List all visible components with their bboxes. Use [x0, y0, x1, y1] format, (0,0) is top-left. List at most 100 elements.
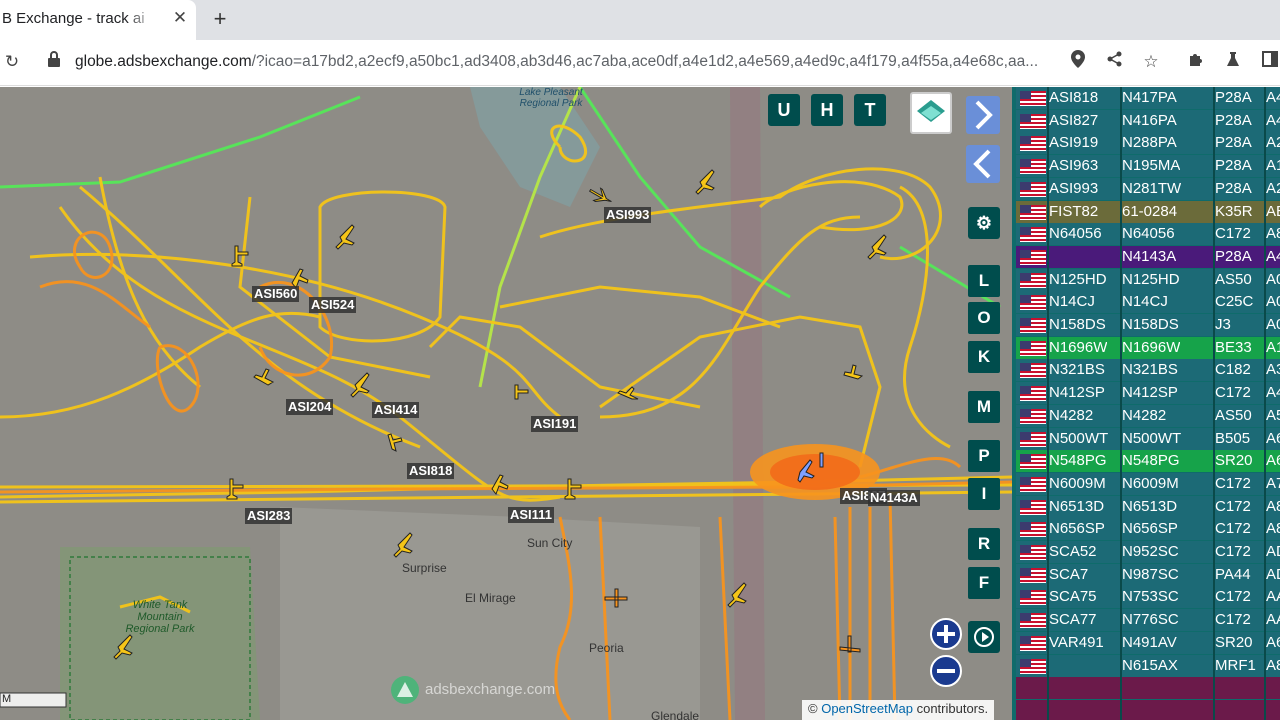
aircraft-label-asi283[interactable]: ASI283 [245, 508, 293, 524]
bookmark-star-icon[interactable]: ☆ [1139, 50, 1163, 74]
i-button[interactable]: I [968, 478, 1000, 510]
attribution-prefix: © [808, 701, 822, 716]
table-row[interactable]: ASI827 N416PA P28A A4 [1016, 109, 1280, 132]
cell-hex: A3 [1266, 361, 1280, 379]
collapse-left-icon[interactable] [966, 145, 1000, 183]
side-panel-icon[interactable] [1258, 50, 1280, 74]
expand-right-icon[interactable] [966, 96, 1000, 134]
aircraft-label-asi818[interactable]: ASI818 [407, 463, 455, 479]
us-flag-icon [1020, 590, 1046, 606]
table-row[interactable]: SCA77 N776SC C172 AA [1016, 609, 1280, 632]
table-row[interactable]: N615AX MRF1 A8 [1016, 654, 1280, 677]
us-flag-icon [1020, 91, 1046, 106]
table-row[interactable]: VAR491 N491AV SR20 A6 [1016, 631, 1280, 654]
place-white-tank-park: White Tank Mountain Regional Park [125, 599, 195, 635]
u-button[interactable]: U [768, 94, 800, 126]
share-icon[interactable] [1103, 50, 1127, 74]
cell-hex: AE [1266, 202, 1280, 220]
place-peoria: Peoria [589, 641, 624, 655]
m-button[interactable]: M [968, 391, 1000, 423]
table-row[interactable]: N14CJ N14CJ C25C A0 [1016, 291, 1280, 314]
browser-toolbar: ↻ globe.adsbexchange.com/?icao=a17bd2,a2… [0, 40, 1280, 86]
table-row[interactable]: N4143A P28A A4 [1016, 245, 1280, 268]
table-row[interactable]: ASI993 N281TW P28A A2 [1016, 177, 1280, 200]
extensions-icon[interactable] [1184, 50, 1208, 74]
cell-reg: N548PG [1122, 452, 1180, 470]
table-row[interactable]: N412SP N412SP C172 A4 [1016, 382, 1280, 405]
aircraft-label-asi191[interactable]: ASI191 [531, 416, 579, 432]
address-bar[interactable]: globe.adsbexchange.com/?icao=a17bd2,a2ec… [75, 53, 1055, 71]
openstreetmap-link[interactable]: OpenStreetMap [821, 701, 913, 716]
h-button[interactable]: H [811, 94, 843, 126]
cell-callsign: ASI818 [1049, 89, 1099, 106]
aircraft-label-asi204[interactable]: ASI204 [286, 399, 334, 415]
us-flag-icon [1020, 476, 1046, 492]
cell-callsign: SCA7 [1049, 565, 1089, 583]
aircraft-label-asi111[interactable]: ASI111 [508, 507, 554, 523]
cell-callsign: ASI827 [1049, 111, 1099, 129]
o-button[interactable]: O [968, 302, 1000, 334]
cell-reg: N281TW [1122, 179, 1182, 197]
table-row[interactable]: N6009M N6009M C172 A7 [1016, 472, 1280, 495]
table-row[interactable]: SCA52 N952SC C172 AD [1016, 541, 1280, 563]
cell-reg: N64056 [1122, 225, 1175, 243]
p-button[interactable]: P [968, 440, 1000, 472]
table-row[interactable]: N6513D N6513D C172 A8 [1016, 495, 1280, 518]
reload-icon[interactable]: ↻ [0, 50, 24, 74]
aircraft-label-asi993[interactable]: ASI993 [604, 207, 652, 223]
table-row[interactable]: ASI963 N195MA P28A A1 [1016, 155, 1280, 178]
cell-reg: N952SC [1122, 543, 1179, 560]
table-row[interactable]: ASI818 N417PA P28A A4 [1016, 87, 1280, 109]
cell-type: C172 [1215, 225, 1251, 243]
table-row[interactable]: N656SP N656SP C172 A8 [1016, 518, 1280, 541]
cell-reg: N125HD [1122, 270, 1180, 288]
location-icon[interactable] [1066, 50, 1090, 74]
watermark-text: adsbexchange.com [425, 681, 556, 698]
table-row[interactable]: N1696W N1696W BE33 A1 [1016, 336, 1280, 359]
cell-type: P28A [1215, 134, 1252, 152]
aircraft-label-n4143a[interactable]: N4143A [868, 490, 920, 506]
us-flag-icon [1020, 249, 1046, 265]
close-tab-icon[interactable]: ✕ [170, 8, 190, 28]
k-button[interactable]: K [968, 341, 1000, 373]
r-button[interactable]: R [968, 528, 1000, 560]
table-row[interactable]: N125HD N125HD AS50 A0 [1016, 268, 1280, 291]
table-row[interactable]: SCA7 N987SC PA44 AD [1016, 563, 1280, 586]
table-row[interactable]: ASI919 N288PA P28A A2 [1016, 132, 1280, 155]
f-button[interactable]: F [968, 567, 1000, 599]
table-row[interactable]: N4282 N4282 AS50 A5 [1016, 404, 1280, 427]
table-row[interactable]: N158DS N158DS J3 A0 [1016, 314, 1280, 336]
cell-hex: A8 [1266, 225, 1280, 243]
table-row[interactable]: N548PG N548PG SR20 A6 [1016, 450, 1280, 473]
aircraft-label-asi414[interactable]: ASI414 [372, 402, 420, 418]
layers-icon[interactable] [910, 92, 952, 134]
t-button[interactable]: T [854, 94, 886, 126]
us-flag-icon [1020, 363, 1046, 379]
cell-callsign: N656SP [1049, 520, 1105, 538]
new-tab-button[interactable]: + [208, 6, 232, 32]
l-button[interactable]: L [968, 265, 1000, 297]
table-row[interactable]: N64056 N64056 C172 A8 [1016, 223, 1280, 246]
aircraft-label-asi524[interactable]: ASI524 [309, 297, 357, 313]
table-row[interactable]: N321BS N321BS C182 A3 [1016, 359, 1280, 382]
cell-type: SR20 [1215, 452, 1253, 470]
place-glendale: Glendale [651, 709, 700, 720]
zoom-in-icon[interactable] [930, 618, 962, 650]
flight-map[interactable]: Surprise Sun City El Mirage Peoria Glend… [0, 87, 1012, 720]
cell-reg: N412SP [1122, 384, 1178, 402]
lock-icon[interactable] [42, 50, 66, 74]
table-row[interactable]: SCA75 N753SC C172 AA [1016, 586, 1280, 609]
empty-row [1016, 699, 1280, 720]
zoom-out-icon[interactable] [930, 655, 962, 687]
browser-tab[interactable]: B Exchange - track ai ✕ [0, 0, 196, 40]
settings-gear-icon[interactable]: ⚙ [968, 207, 1000, 239]
cell-hex: A5 [1266, 406, 1280, 424]
labs-flask-icon[interactable] [1221, 50, 1245, 74]
table-row[interactable]: FIST82 61-0284 K35R AE [1016, 200, 1280, 223]
aircraft-label-asi560[interactable]: ASI560 [252, 286, 300, 302]
cell-type: C172 [1215, 384, 1251, 402]
replay-icon[interactable] [968, 621, 1000, 653]
url-path: /?icao=a17bd2,a2ecf9,a50bc1,ad3408,ab3d4… [251, 53, 1039, 70]
cell-reg: N4143A [1122, 247, 1177, 265]
table-row[interactable]: N500WT N500WT B505 A6 [1016, 427, 1280, 450]
